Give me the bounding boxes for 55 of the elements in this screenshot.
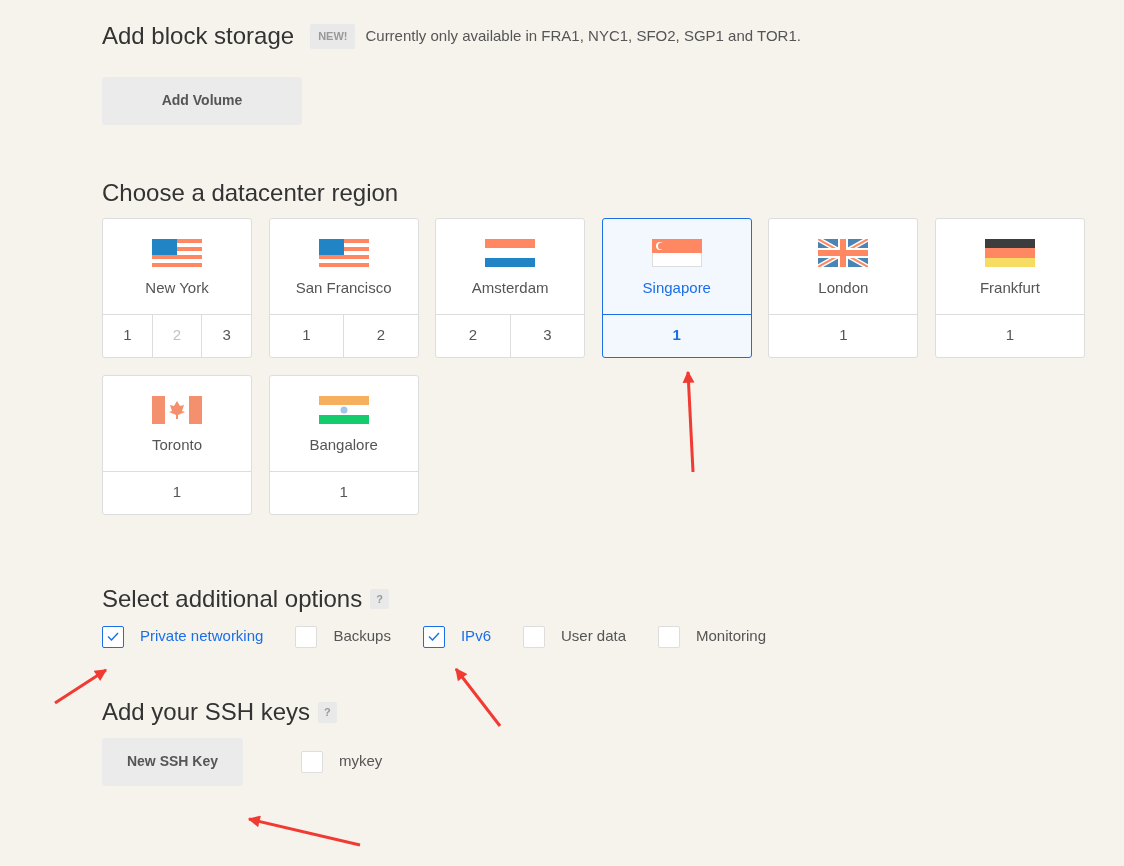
region-name: Bangalore: [309, 434, 378, 455]
datacenter-number[interactable]: 1: [103, 471, 251, 514]
datacenter-number[interactable]: 2: [344, 314, 418, 357]
flag-icon: [152, 395, 202, 424]
option-label[interactable]: Monitoring: [696, 625, 767, 648]
option-label[interactable]: Backups: [333, 625, 391, 648]
region-card[interactable]: San Francisco 1 2: [268, 217, 419, 358]
datacenter-number[interactable]: 3: [202, 314, 251, 357]
section-heading: Add your SSH keys: [102, 697, 311, 727]
checkmark-icon: [107, 632, 119, 642]
add-volume-button[interactable]: Add Volume: [102, 76, 302, 125]
flag-icon: [152, 238, 202, 267]
region-name: Amsterdam: [471, 277, 549, 298]
flag-icon: [818, 238, 869, 267]
datacenter-number: 2: [152, 314, 203, 357]
checkbox[interactable]: [422, 625, 445, 648]
datacenter-number[interactable]: 1: [103, 314, 153, 357]
section-heading: Choose a datacenter region: [102, 178, 400, 208]
option-label[interactable]: Private networking: [140, 625, 264, 648]
annotation-arrow: [454, 668, 502, 727]
region-name: London: [818, 277, 869, 298]
region-card[interactable]: Singapore 1: [601, 217, 752, 358]
flag-icon: [318, 395, 369, 424]
availability-note: Currently only available in FRA1, NYC1, SFO2, SGP1 and TOR1.: [365, 26, 801, 47]
flag-icon: [318, 238, 369, 267]
datacenter-number[interactable]: 1: [269, 471, 418, 514]
datacenter-number[interactable]: 3: [510, 314, 585, 357]
datacenter-number[interactable]: 1: [935, 314, 1084, 357]
region-name: Toronto: [151, 434, 202, 455]
flag-icon: [485, 238, 536, 267]
datacenter-number[interactable]: 2: [436, 314, 511, 357]
section-heading: Add block storage: [102, 22, 295, 51]
flag-icon: [651, 238, 702, 267]
option-label[interactable]: User data: [560, 625, 626, 648]
region-card[interactable]: Bangalore 1: [268, 374, 419, 515]
region-card[interactable]: Frankfurt 1: [934, 217, 1085, 358]
datacenter-number[interactable]: 1: [269, 314, 345, 357]
annotation-arrow: [54, 668, 107, 705]
region-card[interactable]: Amsterdam 2 3: [435, 217, 586, 358]
datacenter-number[interactable]: 1: [602, 314, 751, 357]
region-name: Frankfurt: [979, 277, 1040, 298]
region-name: New York: [145, 277, 209, 298]
checkmark-icon: [427, 632, 440, 642]
region-name: San Francisco: [295, 277, 392, 298]
new-badge: NEW!: [310, 24, 356, 49]
flag-icon: [984, 238, 1035, 267]
datacenter-number[interactable]: 1: [769, 314, 918, 357]
ssh-key-label[interactable]: mykey: [339, 750, 383, 773]
region-card[interactable]: London 1: [768, 217, 919, 358]
option-label[interactable]: IPv6: [460, 625, 491, 648]
region-name: Singapore: [642, 277, 711, 298]
new-ssh-key-button[interactable]: New SSH Key: [102, 737, 243, 786]
section-heading: Select additional options: [102, 584, 363, 614]
region-card[interactable]: Toronto 1: [102, 374, 252, 515]
checkbox[interactable]: [102, 625, 124, 648]
